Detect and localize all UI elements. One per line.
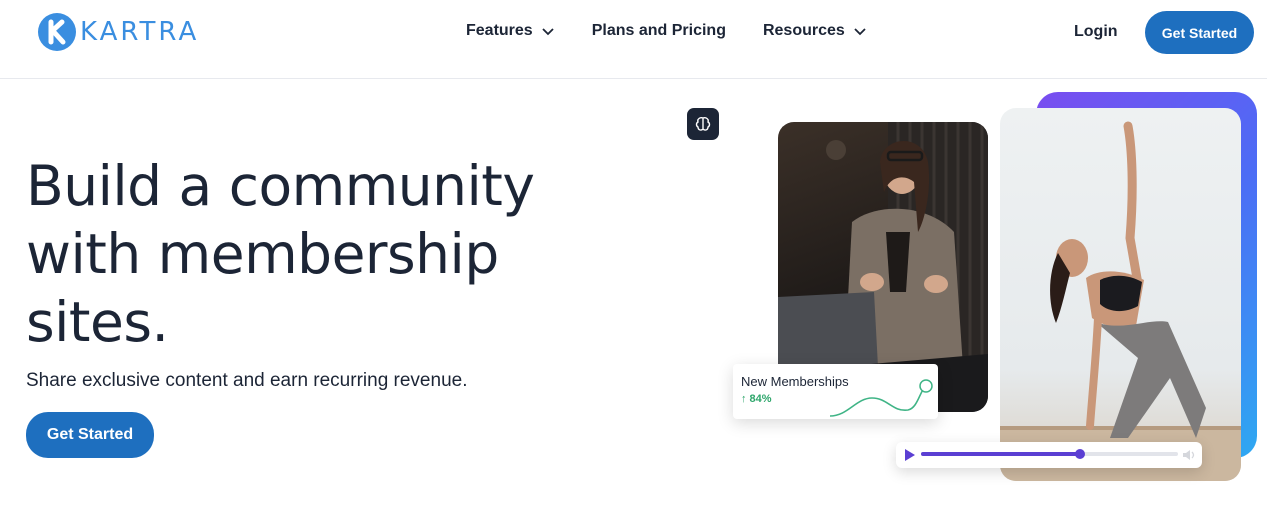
volume-icon[interactable]: [1182, 448, 1196, 462]
header-get-started-button[interactable]: Get Started: [1145, 11, 1254, 54]
nav-resources-label: Resources: [762, 22, 845, 39]
logo-wordmark: KARTRA: [80, 17, 200, 47]
progress-fill: [921, 452, 1081, 456]
hero-title-line-2: with membership: [26, 222, 499, 286]
chevron-down-icon: [542, 28, 554, 36]
hero-subtitle: Share exclusive content and earn recurri…: [26, 370, 468, 391]
new-memberships-card: New Memberships ↑ 84%: [733, 364, 938, 419]
video-player-bar: [896, 442, 1202, 468]
card-stat: ↑ 84%: [741, 393, 772, 405]
progress-knob[interactable]: [1075, 449, 1086, 459]
hero-title-line-3: sites.: [26, 290, 169, 354]
play-icon[interactable]: [904, 449, 916, 461]
site-header: KARTRA Features Plans and Pricing Resour…: [0, 0, 1267, 79]
chevron-down-icon: [854, 28, 866, 36]
growth-line-icon: [829, 379, 933, 417]
brain-icon-button[interactable]: [687, 108, 719, 140]
main-nav: Features Plans and Pricing Resources: [466, 20, 867, 42]
nav-features-label: Features: [466, 22, 533, 39]
nav-features[interactable]: Features: [466, 20, 555, 42]
nav-resources[interactable]: Resources: [763, 20, 867, 42]
hero-title-line-1: Build a community: [26, 154, 535, 218]
kartra-logo[interactable]: KARTRA: [38, 13, 199, 51]
brain-icon: [695, 117, 711, 131]
login-link[interactable]: Login: [1074, 23, 1118, 41]
yoga-photo: [1000, 108, 1241, 481]
hero-title: Build a community with membership sites.: [26, 152, 586, 356]
hero-get-started-button[interactable]: Get Started: [26, 412, 154, 458]
nav-plans-pricing[interactable]: Plans and Pricing: [592, 20, 726, 42]
progress-track[interactable]: [921, 449, 1178, 459]
kartra-logo-icon: [38, 13, 76, 51]
nav-plans-pricing-label: Plans and Pricing: [591, 22, 726, 39]
